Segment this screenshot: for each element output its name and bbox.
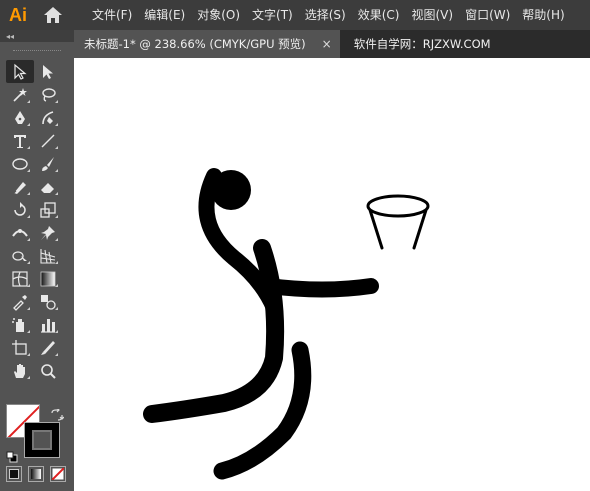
document-tab[interactable]: 未标题-1* @ 238.66% (CMYK/GPU 预览) × [74, 30, 340, 58]
menu-file[interactable]: 文件(F) [86, 0, 138, 30]
document-tab-bar: 未标题-1* @ 238.66% (CMYK/GPU 预览) × 软件自学网：R… [74, 30, 590, 58]
scale-tool-icon[interactable] [34, 198, 62, 221]
menu-bar: Ai 文件(F) 编辑(E) 对象(O) 文字(T) 选择(S) 效果(C) 视… [0, 0, 590, 30]
type-tool-icon[interactable] [6, 129, 34, 152]
selection-tool-icon[interactable] [6, 60, 34, 83]
symbol-sprayer-tool-icon[interactable] [6, 313, 34, 336]
tools-panel: ◂◂ [0, 30, 74, 491]
magic-wand-tool-icon[interactable] [6, 83, 34, 106]
close-tab-icon[interactable]: × [322, 37, 332, 51]
stroke-swatch[interactable] [24, 422, 60, 458]
figure-head-shape[interactable] [211, 170, 251, 210]
default-fill-stroke-icon[interactable] [6, 448, 18, 463]
menu-window[interactable]: 窗口(W) [459, 0, 516, 30]
swap-fill-stroke-icon[interactable] [50, 406, 65, 421]
artwork [143, 168, 430, 480]
menu-object[interactable]: 对象(O) [191, 0, 246, 30]
line-segment-tool-icon[interactable] [34, 129, 62, 152]
gradient-tool-icon[interactable] [34, 267, 62, 290]
app-logo: Ai [9, 4, 27, 25]
curvature-tool-icon[interactable] [34, 106, 62, 129]
artboard-canvas[interactable] [74, 58, 590, 491]
puppet-warp-tool-icon[interactable] [34, 221, 62, 244]
none-mode-icon[interactable] [50, 466, 66, 482]
mesh-tool-icon[interactable] [6, 267, 34, 290]
perspective-grid-tool-icon[interactable] [34, 244, 62, 267]
pen-tool-icon[interactable] [6, 106, 34, 129]
artboard-tool-icon[interactable] [6, 336, 34, 359]
zoom-tool-icon[interactable] [34, 359, 62, 382]
menu-type[interactable]: 文字(T) [246, 0, 299, 30]
direct-selection-tool-icon[interactable] [34, 60, 62, 83]
ellipse-tool-icon[interactable] [6, 152, 34, 175]
color-mode-icon[interactable] [6, 466, 22, 482]
column-graph-tool-icon[interactable] [34, 313, 62, 336]
toolbar-grip[interactable] [0, 42, 74, 60]
blend-tool-icon[interactable] [34, 290, 62, 313]
document-tab-label: 未标题-1* @ 238.66% (CMYK/GPU 预览) [84, 37, 306, 51]
color-mode-row [6, 466, 66, 482]
site-watermark-label: 软件自学网：RJZXW.COM [353, 37, 491, 51]
gradient-mode-icon[interactable] [28, 466, 44, 482]
basketball-hoop-path[interactable] [366, 194, 430, 218]
shaper-tool-icon[interactable] [6, 175, 34, 198]
paintbrush-tool-icon[interactable] [34, 152, 62, 175]
menu-select[interactable]: 选择(S) [299, 0, 352, 30]
fill-stroke-area [6, 404, 68, 464]
menu-view[interactable]: 视图(V) [405, 0, 459, 30]
menu-help[interactable]: 帮助(H) [516, 0, 570, 30]
figure-front-arm-path[interactable] [261, 278, 379, 298]
slice-tool-icon[interactable] [34, 336, 62, 359]
menu-items: 文件(F) 编辑(E) 对象(O) 文字(T) 选择(S) 效果(C) 视图(V… [86, 0, 571, 30]
eyedropper-tool-icon[interactable] [6, 290, 34, 313]
shape-builder-tool-icon[interactable] [6, 244, 34, 267]
home-icon[interactable] [36, 0, 70, 30]
toolbar-collapse-button[interactable]: ◂◂ [0, 30, 74, 42]
rotate-tool-icon[interactable] [6, 198, 34, 221]
lasso-tool-icon[interactable] [34, 83, 62, 106]
menu-effect[interactable]: 效果(C) [352, 0, 406, 30]
hand-tool-icon[interactable] [6, 359, 34, 382]
width-tool-icon[interactable] [6, 221, 34, 244]
eraser-tool-icon[interactable] [34, 175, 62, 198]
menu-edit[interactable]: 编辑(E) [138, 0, 191, 30]
